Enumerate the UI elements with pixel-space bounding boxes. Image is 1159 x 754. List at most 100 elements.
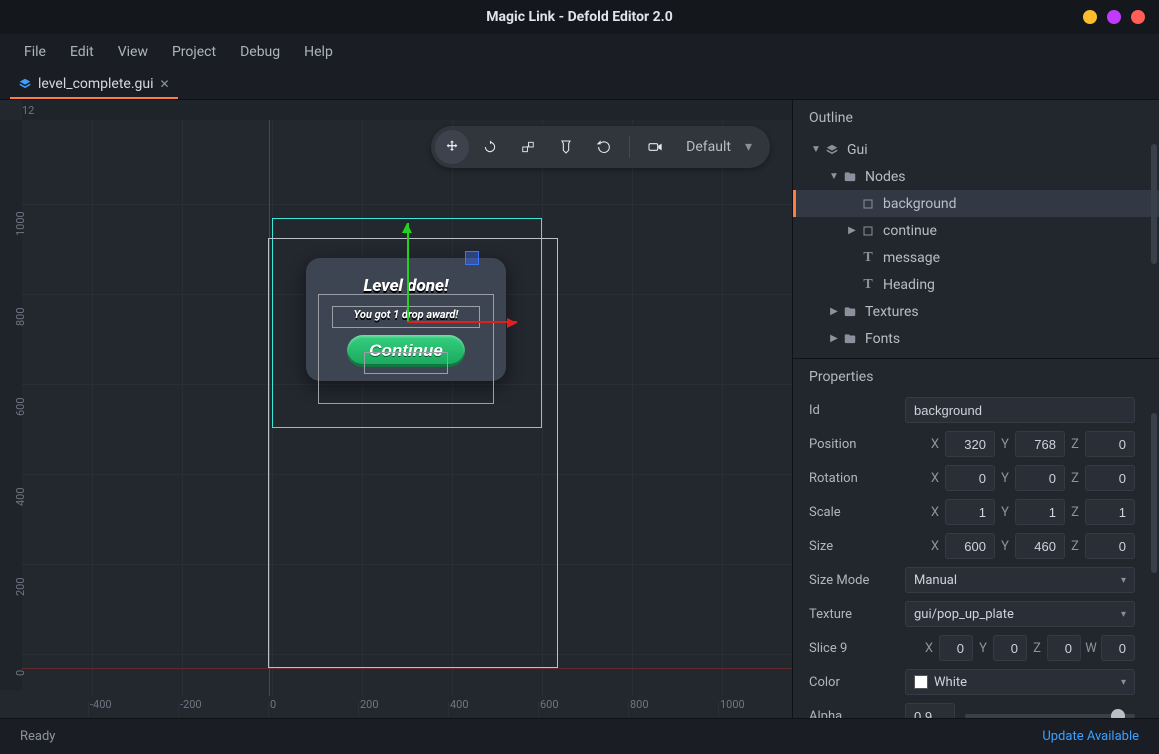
menu-view[interactable]: View [118, 44, 148, 60]
ruler-h-2: 0 [270, 698, 276, 711]
prop-size: Size X Y Z [793, 529, 1159, 563]
id-field[interactable] [905, 397, 1135, 423]
rotate-tool-button[interactable] [473, 130, 507, 164]
chevron-down-icon[interactable]: ▼ [827, 171, 841, 182]
viewport[interactable]: Level done! You got 1 drop award! Contin… [22, 120, 792, 696]
menu-edit[interactable]: Edit [70, 44, 94, 60]
texture-select[interactable]: gui/pop_up_plate ▾ [905, 601, 1135, 627]
refresh-tool-button[interactable] [587, 130, 621, 164]
move-tool-button[interactable] [435, 130, 469, 164]
chevron-down-icon: ▾ [1121, 677, 1126, 688]
properties-scrollbar[interactable] [1151, 413, 1157, 573]
close-dot[interactable] [1131, 10, 1145, 24]
size-z-field[interactable] [1085, 533, 1135, 559]
update-available-link[interactable]: Update Available [1042, 729, 1139, 744]
maximize-dot[interactable] [1107, 10, 1121, 24]
slice9-w-field[interactable] [1101, 635, 1135, 661]
box-icon [859, 225, 877, 237]
outline-item-fonts[interactable]: ▶Fonts [793, 325, 1159, 352]
ruler-bottom: -400 -200 0 200 400 600 800 1000 [22, 696, 792, 718]
ruler-h-5: 600 [540, 698, 559, 711]
tab-bar: level_complete.gui ✕ [0, 70, 1159, 100]
folder-icon [841, 305, 859, 319]
outline-scrollbar[interactable] [1151, 144, 1157, 264]
size-mode-select[interactable]: Manual ▾ [905, 567, 1135, 593]
child-outline-btn-label [364, 352, 448, 374]
outline-title: Outline [793, 100, 1159, 134]
outline-label: Heading [883, 277, 935, 293]
prop-scale: Scale X Y Z [793, 495, 1159, 529]
outline-item-textures[interactable]: ▶Textures [793, 298, 1159, 325]
prop-rotation-label: Rotation [809, 471, 905, 486]
size-x-field[interactable] [945, 533, 995, 559]
chevron-right-icon[interactable]: ▶ [827, 306, 841, 317]
menu-debug[interactable]: Debug [240, 44, 280, 60]
rotation-z-field[interactable] [1085, 465, 1135, 491]
outline-item-continue[interactable]: ▶continue [793, 217, 1159, 244]
slice9-z-field[interactable] [1047, 635, 1081, 661]
prop-slice9: Slice 9 X Y Z W [793, 631, 1159, 665]
status-bar: Ready Update Available [0, 718, 1159, 754]
color-select[interactable]: White ▾ [905, 669, 1135, 695]
size-mode-value: Manual [914, 573, 957, 588]
tab-level-complete[interactable]: level_complete.gui ✕ [10, 71, 178, 99]
outline-item-message[interactable]: Tmessage [793, 244, 1159, 271]
properties-panel: Properties Id Position X Y Z Rotation X … [793, 358, 1159, 718]
position-y-field[interactable] [1015, 431, 1065, 457]
menu-project[interactable]: Project [172, 44, 216, 60]
prop-rotation: Rotation X Y Z [793, 461, 1159, 495]
rotation-y-field[interactable] [1015, 465, 1065, 491]
x-label: X [927, 437, 943, 452]
scale-x-field[interactable] [945, 499, 995, 525]
scene-editor[interactable]: 12 0 200 400 600 800 1000 Level done! Yo… [0, 100, 792, 718]
menu-file[interactable]: File [24, 44, 46, 60]
chevron-right-icon[interactable]: ▶ [845, 225, 859, 236]
slice9-y-field[interactable] [993, 635, 1027, 661]
scene-toolbar: Default ▾ [431, 126, 770, 168]
prop-size-mode: Size Mode Manual ▾ [793, 563, 1159, 597]
gizmo-y-axis[interactable] [407, 223, 409, 323]
prop-position-label: Position [809, 437, 905, 452]
text-icon: T [859, 250, 877, 266]
scale-z-field[interactable] [1085, 499, 1135, 525]
color-value: White [934, 675, 967, 690]
minimize-dot[interactable] [1083, 10, 1097, 24]
alpha-field[interactable] [905, 703, 955, 718]
prop-color-label: Color [809, 675, 905, 690]
prop-scale-label: Scale [809, 505, 905, 520]
chevron-right-icon[interactable]: ▶ [827, 333, 841, 344]
outline-label: Nodes [865, 169, 906, 185]
chevron-down-icon[interactable]: ▼ [809, 144, 823, 155]
z-label: Z [1067, 437, 1083, 452]
ruler-h-7: 1000 [720, 698, 745, 711]
prop-id-label: Id [809, 403, 905, 418]
visibility-tool-button[interactable] [549, 130, 583, 164]
chevron-down-icon: ▾ [745, 139, 752, 155]
child-outline-msg [332, 306, 480, 328]
menu-help[interactable]: Help [304, 44, 333, 60]
prop-size-mode-label: Size Mode [809, 573, 905, 588]
close-icon[interactable]: ✕ [160, 77, 170, 91]
slice9-x-field[interactable] [939, 635, 973, 661]
rotation-x-field[interactable] [945, 465, 995, 491]
gizmo-xy-plane[interactable] [465, 251, 479, 265]
status-left: Ready [20, 729, 55, 744]
alpha-slider-thumb[interactable] [1111, 709, 1125, 718]
position-z-field[interactable] [1085, 431, 1135, 457]
prop-size-label: Size [809, 539, 905, 554]
size-y-field[interactable] [1015, 533, 1065, 559]
outline-item-heading[interactable]: THeading [793, 271, 1159, 298]
texture-value: gui/pop_up_plate [914, 607, 1014, 622]
position-x-field[interactable] [945, 431, 995, 457]
ruler-h-4: 400 [450, 698, 469, 711]
y-label: Y [997, 437, 1013, 452]
camera-select[interactable]: Default ▾ [676, 139, 762, 155]
gizmo-x-axis[interactable] [407, 321, 517, 323]
gizmo-y-arrowhead [402, 223, 412, 233]
scale-y-field[interactable] [1015, 499, 1065, 525]
outline-item-nodes[interactable]: ▼ Nodes [793, 163, 1159, 190]
scale-tool-button[interactable] [511, 130, 545, 164]
outline-item-background[interactable]: background [793, 190, 1159, 217]
outline-tree[interactable]: ▼Gui▼Nodesbackground▶continueTmessageTHe… [793, 134, 1159, 354]
outline-item-gui[interactable]: ▼Gui [793, 136, 1159, 163]
